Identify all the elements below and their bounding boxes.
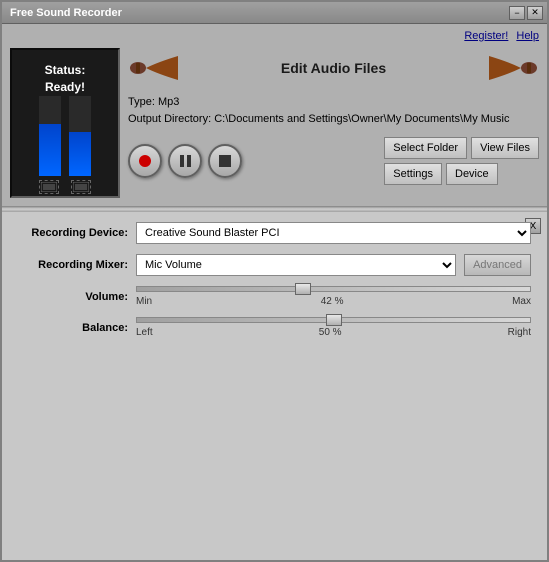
pause-bar-2: [187, 155, 191, 167]
status-value: Ready!: [45, 79, 86, 96]
main-window: Free Sound Recorder − ✕ Register! Help S…: [0, 0, 549, 562]
recording-mixer-select-wrapper: Mic Volume: [136, 254, 456, 276]
output-dir-line: Output Directory: C:\Documents and Setti…: [128, 111, 539, 128]
action-buttons: Select Folder View Files Settings Device: [384, 137, 539, 185]
record-button[interactable]: [128, 144, 162, 178]
recording-mixer-row: Recording Mixer: Mic Volume Advanced: [18, 254, 531, 276]
pause-bar-1: [180, 155, 184, 167]
advanced-button[interactable]: Advanced: [464, 254, 531, 276]
file-info: Type: Mp3 Output Directory: C:\Documents…: [128, 94, 539, 127]
close-button[interactable]: ✕: [527, 6, 543, 20]
balance-label: Balance:: [18, 322, 128, 334]
action-btn-row-1: Select Folder View Files: [384, 137, 539, 159]
vu-icon-right: [71, 180, 91, 194]
left-horn-icon: [128, 48, 183, 88]
minimize-button[interactable]: −: [509, 6, 525, 20]
vu-meter-panel: Status: Ready!: [10, 48, 120, 198]
vu-bar-right-fill: [69, 132, 91, 176]
volume-value-label: 42 %: [321, 296, 344, 307]
vu-bars: [39, 96, 91, 176]
recording-mixer-label: Recording Mixer:: [18, 259, 128, 271]
recording-device-select[interactable]: Creative Sound Blaster PCI: [136, 222, 531, 244]
controls-row: Select Folder View Files Settings Device: [128, 137, 539, 185]
horn-title-row: Edit Audio Files: [128, 48, 539, 88]
status-label: Status:: [45, 62, 86, 79]
right-horn-icon: [484, 48, 539, 88]
right-panel: Edit Audio Files Type: Mp3: [128, 48, 539, 185]
balance-slider-container: Left 50 % Right: [136, 317, 531, 338]
edit-audio-title: Edit Audio Files: [189, 60, 478, 76]
device-button[interactable]: Device: [446, 163, 498, 185]
help-link[interactable]: Help: [516, 30, 539, 42]
vu-bar-left-fill: [39, 124, 61, 176]
output-label: Output Directory:: [128, 113, 211, 125]
volume-max-label: Max: [512, 296, 531, 307]
volume-slider[interactable]: [136, 286, 531, 292]
title-bar-buttons: − ✕: [509, 6, 543, 20]
title-bar: Free Sound Recorder − ✕: [2, 2, 547, 24]
recording-mixer-select[interactable]: Mic Volume: [136, 254, 456, 276]
recording-device-row: Recording Device: Creative Sound Blaster…: [18, 222, 531, 244]
balance-right-label: Right: [508, 327, 531, 338]
stop-button[interactable]: [208, 144, 242, 178]
output-value: C:\Documents and Settings\Owner\My Docum…: [214, 113, 509, 125]
stop-icon: [219, 155, 231, 167]
recording-device-select-wrapper: Creative Sound Blaster PCI: [136, 222, 531, 244]
balance-left-label: Left: [136, 327, 153, 338]
status-display: Status: Ready!: [45, 62, 86, 96]
view-files-button[interactable]: View Files: [471, 137, 539, 159]
vu-bar-right: [69, 96, 91, 176]
pause-button[interactable]: [168, 144, 202, 178]
window-title: Free Sound Recorder: [6, 7, 122, 19]
select-folder-button[interactable]: Select Folder: [384, 137, 467, 159]
transport-buttons: [128, 144, 242, 178]
record-icon: [139, 155, 151, 167]
vu-icon-left: [39, 180, 59, 194]
volume-slider-container: Min 42 % Max: [136, 286, 531, 307]
volume-min-label: Min: [136, 296, 152, 307]
balance-slider[interactable]: [136, 317, 531, 323]
volume-slider-labels: Min 42 % Max: [136, 296, 531, 307]
type-label: Type:: [128, 96, 155, 108]
recording-device-label: Recording Device:: [18, 227, 128, 239]
balance-row: Balance: Left 50 % Right: [18, 317, 531, 338]
type-value: Mp3: [158, 96, 179, 108]
main-content: Status: Ready!: [10, 48, 539, 198]
menu-bar: Register! Help: [10, 28, 539, 44]
vu-bar-left: [39, 96, 61, 176]
file-type-line: Type: Mp3: [128, 94, 539, 111]
register-link[interactable]: Register!: [464, 30, 508, 42]
volume-label: Volume:: [18, 291, 128, 303]
action-btn-row-2: Settings Device: [384, 163, 539, 185]
balance-slider-labels: Left 50 % Right: [136, 327, 531, 338]
top-section: Register! Help Status: Ready!: [2, 24, 547, 206]
settings-button[interactable]: Settings: [384, 163, 442, 185]
bottom-section: X Recording Device: Creative Sound Blast…: [2, 212, 547, 560]
balance-value-label: 50 %: [319, 327, 342, 338]
pause-icon: [180, 155, 191, 167]
vu-bottom-icons: [39, 180, 91, 194]
volume-row: Volume: Min 42 % Max: [18, 286, 531, 307]
